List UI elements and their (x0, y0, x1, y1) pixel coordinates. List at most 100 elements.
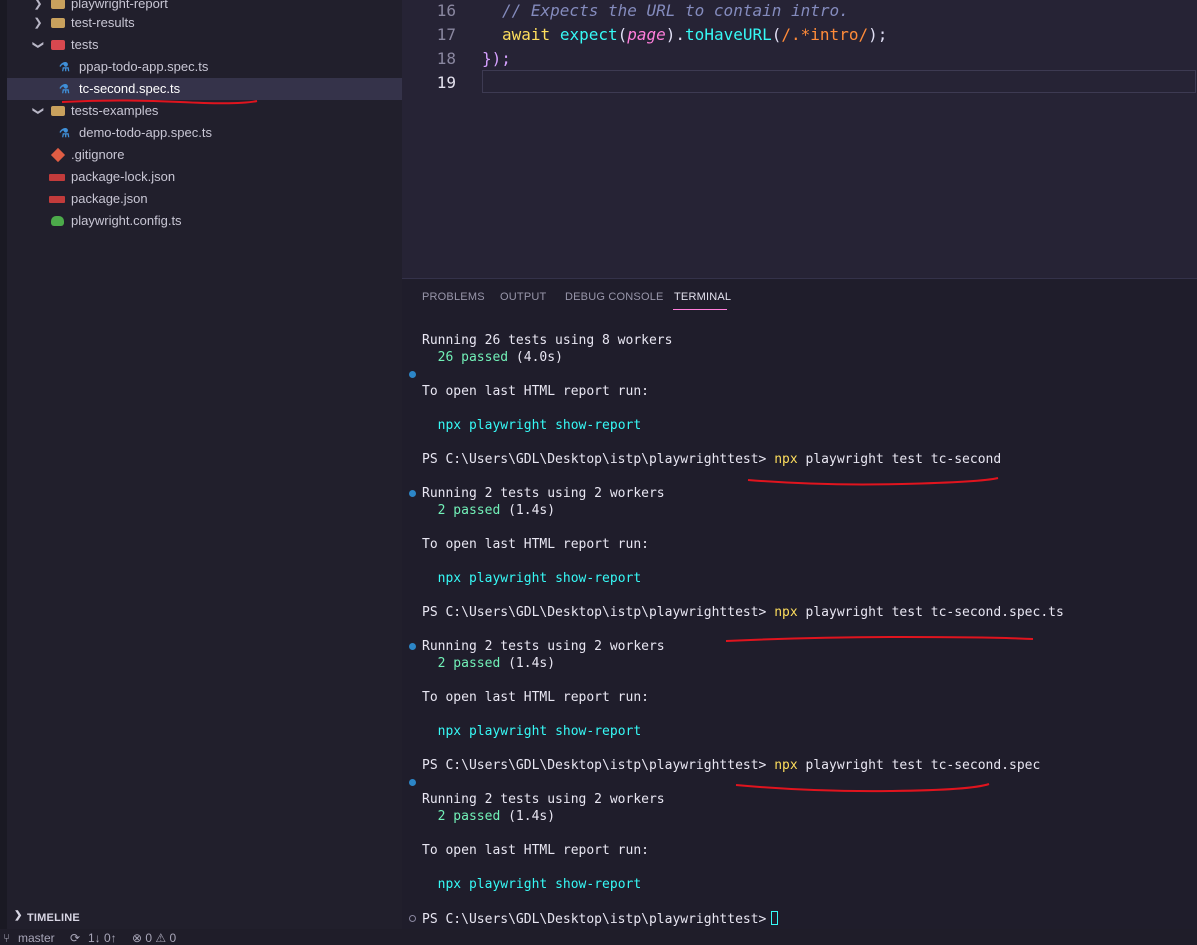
code-punctuation: ); (868, 25, 888, 44)
passed-text: 2 passed (437, 809, 501, 824)
tree-item-gitignore[interactable]: .gitignore (7, 144, 402, 166)
current-line-highlight (482, 70, 1196, 93)
tree-item-package-lock-json[interactable]: package-lock.json (7, 166, 402, 188)
problems-status[interactable]: ⊗ 0 ⚠ 0 (132, 931, 176, 945)
tab-output[interactable]: OUTPUT (500, 291, 546, 303)
timeline-label: TIMELINE (27, 912, 80, 924)
tree-item-label: tc-second.spec.ts (79, 81, 181, 96)
npx-text: npx (437, 418, 462, 433)
command-text: playwright test tc-second (797, 452, 1002, 467)
terminal-cursor (771, 911, 779, 925)
folder-open-icon (51, 106, 65, 116)
tree-item-ppap-todo-app-spec[interactable]: ⚗ ppap-todo-app.spec.ts (7, 56, 402, 78)
passed-text: 2 passed (437, 503, 501, 518)
folder-icon (51, 18, 65, 28)
tree-item-package-json[interactable]: package.json (7, 188, 402, 210)
terminal-prompt-line: PS C:\Users\GDL\Desktop\istp\playwrightt… (422, 758, 1040, 773)
terminal-line: 26 passed (4.0s) (422, 350, 563, 365)
test-file-icon: ⚗ (59, 126, 70, 140)
test-file-icon: ⚗ (59, 60, 70, 74)
terminal-line: To open last HTML report run: (422, 537, 649, 552)
duration-text: (1.4s) (500, 656, 556, 671)
code-method: toHaveURL (685, 25, 772, 44)
passed-text: 26 passed (437, 350, 509, 365)
command-text: playwright test tc-second.spec.ts (797, 605, 1064, 620)
tab-debug-console[interactable]: DEBUG CONSOLE (565, 291, 664, 303)
tree-item-label: playwright.config.ts (71, 213, 182, 228)
command-text: playwright test tc-second.spec (797, 758, 1041, 773)
playwright-text: playwright (468, 877, 548, 892)
npx-text: npx (774, 605, 798, 620)
show-report-text: show-report (555, 724, 642, 739)
folder-icon (51, 0, 65, 9)
terminal-line: npx playwright show-report (422, 724, 642, 739)
terminal-prompt-line[interactable]: PS C:\Users\GDL\Desktop\istp\playwrightt… (422, 911, 779, 927)
terminal-line: To open last HTML report run: (422, 690, 649, 705)
chevron-down-icon: ❯ (32, 106, 44, 116)
tab-terminal[interactable]: TERMINAL (674, 291, 731, 303)
tree-item-test-results[interactable]: ❯ test-results (7, 12, 402, 34)
git-icon (50, 147, 66, 163)
prompt-text: PS C:\Users\GDL\Desktop\istp\playwrightt… (422, 452, 767, 467)
sync-status[interactable]: 1↓ 0↑ (88, 931, 117, 945)
npx-text: npx (437, 571, 462, 586)
tree-item-label: package.json (71, 191, 148, 206)
tree-item-playwright-config[interactable]: playwright.config.ts (7, 210, 402, 232)
terminal-line: 2 passed (1.4s) (422, 503, 555, 518)
tree-item-label: test-results (71, 15, 135, 30)
line-number: 17 (436, 25, 456, 44)
tree-item-label: demo-todo-app.spec.ts (79, 125, 212, 140)
code-line: }); (482, 49, 511, 68)
active-tab-indicator (673, 309, 727, 310)
terminal-line: Running 2 tests using 2 workers (422, 486, 665, 501)
annotation-underline (747, 477, 999, 486)
test-file-icon: ⚗ (59, 82, 70, 96)
code-editor[interactable]: 16 // Expects the URL to contain intro. … (402, 0, 1197, 278)
branch-label[interactable]: master (18, 931, 55, 945)
chevron-right-icon: ❯ (33, 17, 43, 29)
tree-item-label: tests (71, 37, 99, 52)
code-punctuation: ( (617, 25, 628, 44)
command-status-dot (409, 915, 416, 922)
bottom-panel: PROBLEMS OUTPUT DEBUG CONSOLE TERMINAL R… (402, 278, 1197, 930)
duration-text: (1.4s) (500, 809, 556, 824)
tree-item-label: .gitignore (71, 147, 125, 162)
show-report-text: show-report (555, 418, 642, 433)
terminal-line: npx playwright show-report (422, 877, 642, 892)
terminal-line: npx playwright show-report (422, 418, 642, 433)
playwright-text: playwright (468, 418, 548, 433)
code-regex: /.*intro/ (781, 25, 869, 44)
playwright-text: playwright (468, 571, 548, 586)
duration-text: (1.4s) (500, 503, 556, 518)
timeline-section[interactable]: ❯ TIMELINE (0, 907, 402, 927)
npx-text: npx (437, 724, 462, 739)
tree-item-tests[interactable]: ❯ tests (7, 34, 402, 56)
terminal-prompt-line: PS C:\Users\GDL\Desktop\istp\playwrightt… (422, 605, 1064, 620)
activity-bar-edge (0, 0, 7, 945)
explorer-sidebar: ❯ playwright-report ❯ test-results ❯ tes… (0, 0, 402, 945)
branch-icon: ⑂ (3, 931, 11, 945)
tab-problems[interactable]: PROBLEMS (422, 291, 485, 303)
test-folder-icon (51, 40, 65, 50)
annotation-underline (735, 783, 990, 793)
terminal-line: Running 2 tests using 2 workers (422, 792, 665, 807)
chevron-right-icon: ❯ (14, 910, 23, 921)
line-number: 16 (436, 1, 456, 20)
terminal-line: To open last HTML report run: (422, 384, 649, 399)
sync-icon: ⟳ (70, 931, 81, 945)
prompt-text: PS C:\Users\GDL\Desktop\istp\playwrightt… (422, 605, 767, 620)
npm-icon (49, 174, 65, 181)
command-status-dot (409, 371, 416, 378)
tree-item-label: package-lock.json (71, 169, 176, 184)
tree-item-tc-second-spec[interactable]: ⚗ tc-second.spec.ts (7, 78, 402, 100)
terminal-line: To open last HTML report run: (422, 843, 649, 858)
prompt-text: PS C:\Users\GDL\Desktop\istp\playwrightt… (422, 912, 767, 927)
npx-text: npx (774, 758, 798, 773)
code-function: expect (559, 25, 618, 44)
duration-text: (4.0s) (508, 350, 563, 365)
code-keyword: await (502, 25, 551, 44)
playwright-text: playwright (468, 724, 548, 739)
npx-text: npx (774, 452, 798, 467)
command-status-dot (409, 490, 416, 497)
tree-item-demo-todo-app-spec[interactable]: ⚗ demo-todo-app.spec.ts (7, 122, 402, 144)
